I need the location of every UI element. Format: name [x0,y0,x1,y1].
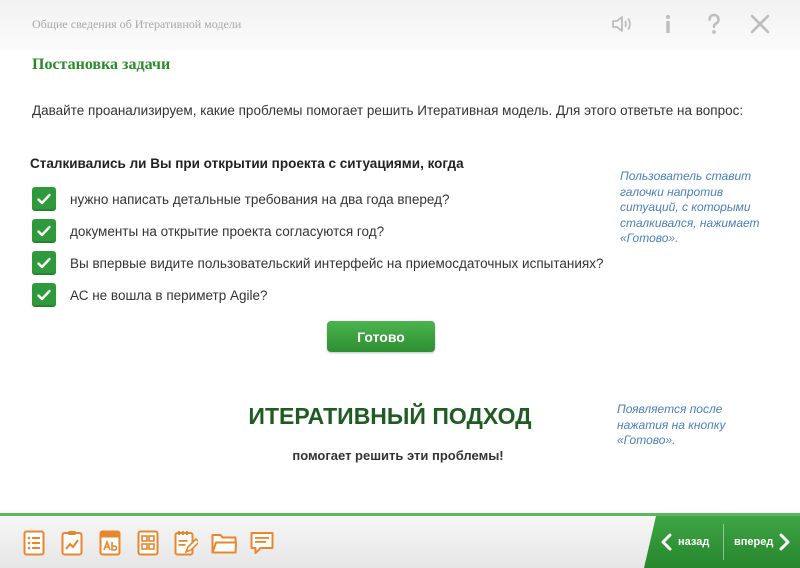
info-icon[interactable] [656,12,680,36]
chevron-right-icon [779,533,790,551]
footer-toolbar [20,528,275,557]
folder-icon[interactable] [210,528,237,557]
chevron-left-icon [661,533,672,551]
checkbox-checked[interactable] [32,251,56,275]
check-icon [37,257,51,269]
forward-label: вперед [734,536,774,548]
done-button[interactable]: Готово [327,321,435,352]
result-subtitle: помогает решить эти проблемы! [292,448,504,463]
check-icon [37,289,51,301]
checklist-item[interactable]: нужно написать детальные требования на д… [32,183,603,215]
checkbox-checked[interactable] [32,187,56,211]
checklist-item-label: Вы впервые видите пользовательский интер… [70,255,604,271]
checklist-item-label: документы на открытие проекта согласуютс… [70,223,385,239]
check-icon [37,225,51,237]
top-bar: Общие сведения об Итеративной модели [0,0,800,50]
checkbox-checked[interactable] [32,219,56,243]
comment-icon[interactable] [248,528,275,557]
breadcrumb: Общие сведения об Итеративной модели [32,17,242,31]
section-title: Постановка задачи [32,56,171,73]
checklist-item-label: нужно написать детальные требования на д… [70,191,450,207]
back-button[interactable]: назад [660,530,709,554]
checklist-item[interactable]: Вы впервые видите пользовательский интер… [32,247,603,279]
notepad-pencil-icon[interactable] [172,528,199,557]
checklist-item-label: АС не вошла в периметр Agile? [70,287,268,303]
back-label: назад [678,536,710,548]
intro-text: Давайте проанализируем, какие проблемы п… [32,103,744,118]
forward-button[interactable]: вперед [734,530,791,554]
grid-icon[interactable] [134,528,161,557]
annotation-note-result: Появляется после нажатия на кнопку «Гото… [617,402,726,447]
question-text: Сталкивались ли Вы при открытии проекта … [30,156,464,171]
nav-divider [723,524,724,560]
checklist-item[interactable]: документы на открытие проекта согласуютс… [32,215,603,247]
glossary-icon[interactable] [96,528,123,557]
close-icon[interactable] [748,12,772,36]
annotation-note-checkboxes: Пользователь ставит галочки напротив сит… [620,169,760,245]
checklist-item[interactable]: АС не вошла в периметр Agile? [32,279,603,311]
chart-clipboard-icon[interactable] [58,528,85,557]
result-title: ИТЕРАТИВНЫЙ ПОДХОД [248,403,532,429]
checkbox-checked[interactable] [32,283,56,307]
checklist: нужно написать детальные требования на д… [32,183,603,311]
sound-icon[interactable] [610,12,634,36]
footer-bar: назад вперед [0,513,800,568]
top-toolbar [610,12,772,36]
check-icon [37,193,51,205]
help-icon[interactable] [702,12,726,36]
list-icon[interactable] [20,528,47,557]
